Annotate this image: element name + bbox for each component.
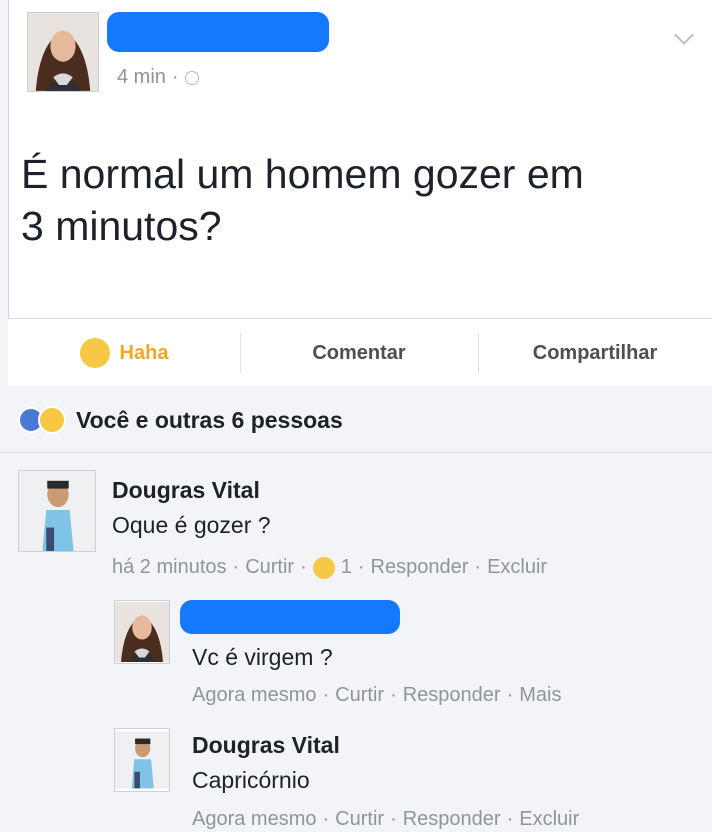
delete-link[interactable]: Excluir xyxy=(519,808,579,831)
globe-icon xyxy=(184,70,199,85)
reply-link[interactable]: Responder xyxy=(371,556,469,579)
haha-label: Haha xyxy=(119,341,169,364)
action-bar: Haha Comentar Compartilhar xyxy=(8,318,712,386)
woman-avatar-photo xyxy=(28,13,98,91)
delete-link[interactable]: Excluir xyxy=(487,556,547,579)
divider xyxy=(0,452,712,453)
like-link[interactable]: Curtir xyxy=(335,684,384,707)
redacted-author-name xyxy=(107,12,329,52)
redacted-author-name xyxy=(180,600,400,634)
man-avatar-photo xyxy=(19,471,95,551)
comment-time[interactable]: há 2 minutos xyxy=(112,556,227,579)
like-link[interactable]: Curtir xyxy=(245,556,294,579)
reply-text: Vc é virgem ? xyxy=(192,644,333,670)
post-header: 4 min · xyxy=(9,0,712,110)
reaction-icons xyxy=(18,406,66,434)
reply-text: Capricórnio xyxy=(192,767,310,793)
comment-author[interactable]: Dougras Vital xyxy=(112,477,260,504)
like-link[interactable]: Curtir xyxy=(335,808,384,831)
reaction-count[interactable]: 1 xyxy=(341,556,352,579)
reply-link[interactable]: Responder xyxy=(403,808,501,831)
post-text-line-2: 3 minutos? xyxy=(21,203,222,249)
post-text-line-1: É normal um homem gozer em xyxy=(21,151,584,197)
haha-icon xyxy=(38,406,66,434)
reply-avatar[interactable] xyxy=(114,600,170,664)
reply-meta: Agora mesmo · Curtir · Responder · Mais xyxy=(192,684,562,707)
haha-icon xyxy=(79,338,110,368)
reply-author[interactable]: Dougras Vital xyxy=(192,732,340,759)
post-text: É normal um homem gozer em 3 minutos? xyxy=(21,148,681,252)
comment-label: Comentar xyxy=(312,341,406,364)
reply-time[interactable]: Agora mesmo xyxy=(192,808,317,831)
meta-separator: · xyxy=(171,66,179,88)
post-time[interactable]: 4 min xyxy=(117,66,166,89)
man-avatar-photo xyxy=(115,731,169,789)
comment-text: Oque é gozer ? xyxy=(112,512,271,538)
comment-avatar[interactable] xyxy=(18,470,96,552)
haha-icon xyxy=(312,556,335,579)
reply-avatar[interactable] xyxy=(114,728,170,792)
post-meta: 4 min · xyxy=(117,66,199,89)
share-button[interactable]: Compartilhar xyxy=(478,319,712,387)
comment-button[interactable]: Comentar xyxy=(240,319,478,387)
reactions-summary[interactable]: Você e outras 6 pessoas xyxy=(8,390,712,450)
share-label: Compartilhar xyxy=(532,341,658,364)
haha-button[interactable]: Haha xyxy=(8,319,240,387)
reactions-text: Você e outras 6 pessoas xyxy=(76,406,343,433)
reply-meta: Agora mesmo · Curtir · Responder · Exclu… xyxy=(192,808,580,831)
comment-meta: há 2 minutos · Curtir · 1 · Responder · … xyxy=(112,556,548,579)
reply-time[interactable]: Agora mesmo xyxy=(192,684,317,707)
woman-avatar-photo xyxy=(115,602,169,662)
author-avatar[interactable] xyxy=(27,12,99,92)
more-link[interactable]: Mais xyxy=(519,684,561,707)
chevron-down-icon[interactable] xyxy=(674,25,694,45)
reply-link[interactable]: Responder xyxy=(403,684,501,707)
